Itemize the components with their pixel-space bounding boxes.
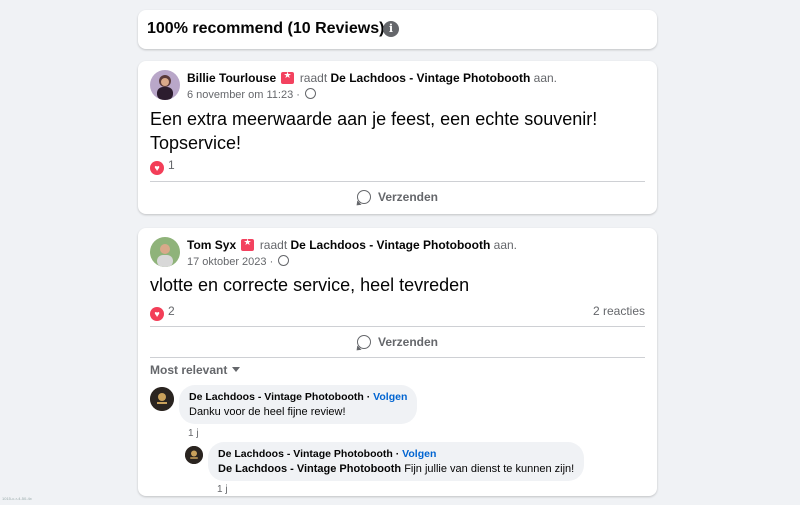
whatsapp-icon <box>356 335 371 349</box>
globe-icon <box>305 88 316 99</box>
comment-time[interactable]: 1 j <box>188 428 199 439</box>
page-name[interactable]: De Lachdoos - Vintage Photobooth <box>291 238 491 252</box>
recommend-suffix: aan. <box>533 71 557 85</box>
comment-time[interactable]: 1 j <box>217 484 228 495</box>
reviewer-name[interactable]: Tom Syx <box>187 238 236 252</box>
reaction-summary[interactable]: ♥ 1 <box>150 158 175 175</box>
recommends-text: raadt <box>259 238 288 252</box>
info-icon[interactable]: i <box>383 21 399 37</box>
comments-count[interactable]: 2 reacties <box>593 304 645 318</box>
review-date[interactable]: 6 november om 11:23 <box>187 89 293 101</box>
review-meta: Tom Syx raadt De Lachdoos - Vintage Phot… <box>187 237 517 252</box>
chevron-down-icon <box>232 367 241 372</box>
comment-author[interactable]: De Lachdoos - Vintage Photobooth <box>218 448 393 460</box>
comment-text: Danku voor de heel fijne review! <box>189 406 346 418</box>
avatar[interactable] <box>150 70 180 100</box>
whatsapp-icon <box>356 190 371 204</box>
recommend-suffix: aan. <box>493 238 517 252</box>
divider <box>150 357 645 358</box>
heart-icon: ♥ <box>150 307 164 321</box>
comment-bubble: De Lachdoos - Vintage Photobooth · Volge… <box>208 442 585 481</box>
review-text: Een extra meerwaarde aan je feest, een e… <box>150 107 597 155</box>
recommend-badge-icon <box>281 70 295 84</box>
review-card: Billie Tourlouse raadt De Lachdoos - Vin… <box>138 61 657 214</box>
send-label: Verzenden <box>377 335 439 349</box>
review-meta: Billie Tourlouse raadt De Lachdoos - Vin… <box>187 70 557 85</box>
send-button[interactable]: Verzenden <box>150 182 645 212</box>
reaction-count: 1 <box>168 158 175 172</box>
recommends-text: raadt <box>299 71 328 85</box>
review-text-line: Een extra meerwaarde aan je feest, een e… <box>150 109 598 129</box>
comment-bubble: De Lachdoos - Vintage Photobooth · Volge… <box>179 385 418 424</box>
review-text: vlotte en correcte service, heel tevrede… <box>150 275 470 295</box>
review-card: Tom Syx raadt De Lachdoos - Vintage Phot… <box>138 228 657 496</box>
globe-icon <box>278 255 290 266</box>
commenter-avatar[interactable] <box>185 446 203 464</box>
commenter-avatar[interactable] <box>150 387 174 411</box>
heart-icon: ♥ <box>150 161 164 175</box>
watermark: 1015-c-r-4-50-4x <box>2 496 32 501</box>
reviewer-name[interactable]: Billie Tourlouse <box>187 71 276 85</box>
review-date[interactable]: 17 oktober 2023 <box>187 256 267 268</box>
send-button[interactable]: Verzenden <box>150 327 645 357</box>
reaction-count: 2 <box>168 304 175 318</box>
sort-label: Most relevant <box>150 363 228 377</box>
comment-text: De Lachdoos - Vintage Photobooth Fijn ju… <box>218 463 574 475</box>
reviews-header-card: 100% recommend (10 Reviews) i <box>138 10 657 49</box>
comment-author-line: De Lachdoos - Vintage Photobooth · Volge… <box>189 391 408 403</box>
send-label: Verzenden <box>377 190 439 204</box>
page-name[interactable]: De Lachdoos - Vintage Photobooth <box>331 71 531 85</box>
follow-button[interactable]: Volgen <box>373 391 407 403</box>
reaction-summary[interactable]: ♥ 2 <box>150 304 175 321</box>
review-date-line: 17 oktober 2023 · <box>187 255 290 268</box>
comment-mention[interactable]: De Lachdoos - Vintage Photobooth <box>218 463 401 475</box>
comment-author-line: De Lachdoos - Vintage Photobooth · Volge… <box>218 448 437 460</box>
comment-text-body: Fijn jullie van dienst te kunnen zijn! <box>401 463 575 475</box>
date-separator: · <box>269 256 274 268</box>
comment-sort-dropdown[interactable]: Most relevant <box>150 363 241 377</box>
recommend-badge-icon <box>241 237 255 251</box>
avatar[interactable] <box>150 237 180 267</box>
date-separator: · <box>296 89 300 101</box>
comment-author[interactable]: De Lachdoos - Vintage Photobooth <box>189 391 364 403</box>
reviews-title: 100% recommend (10 Reviews) <box>147 20 385 37</box>
review-text-line: Topservice! <box>150 133 242 153</box>
review-date-line: 6 november om 11:23 · <box>187 88 316 101</box>
follow-button[interactable]: Volgen <box>402 448 436 460</box>
